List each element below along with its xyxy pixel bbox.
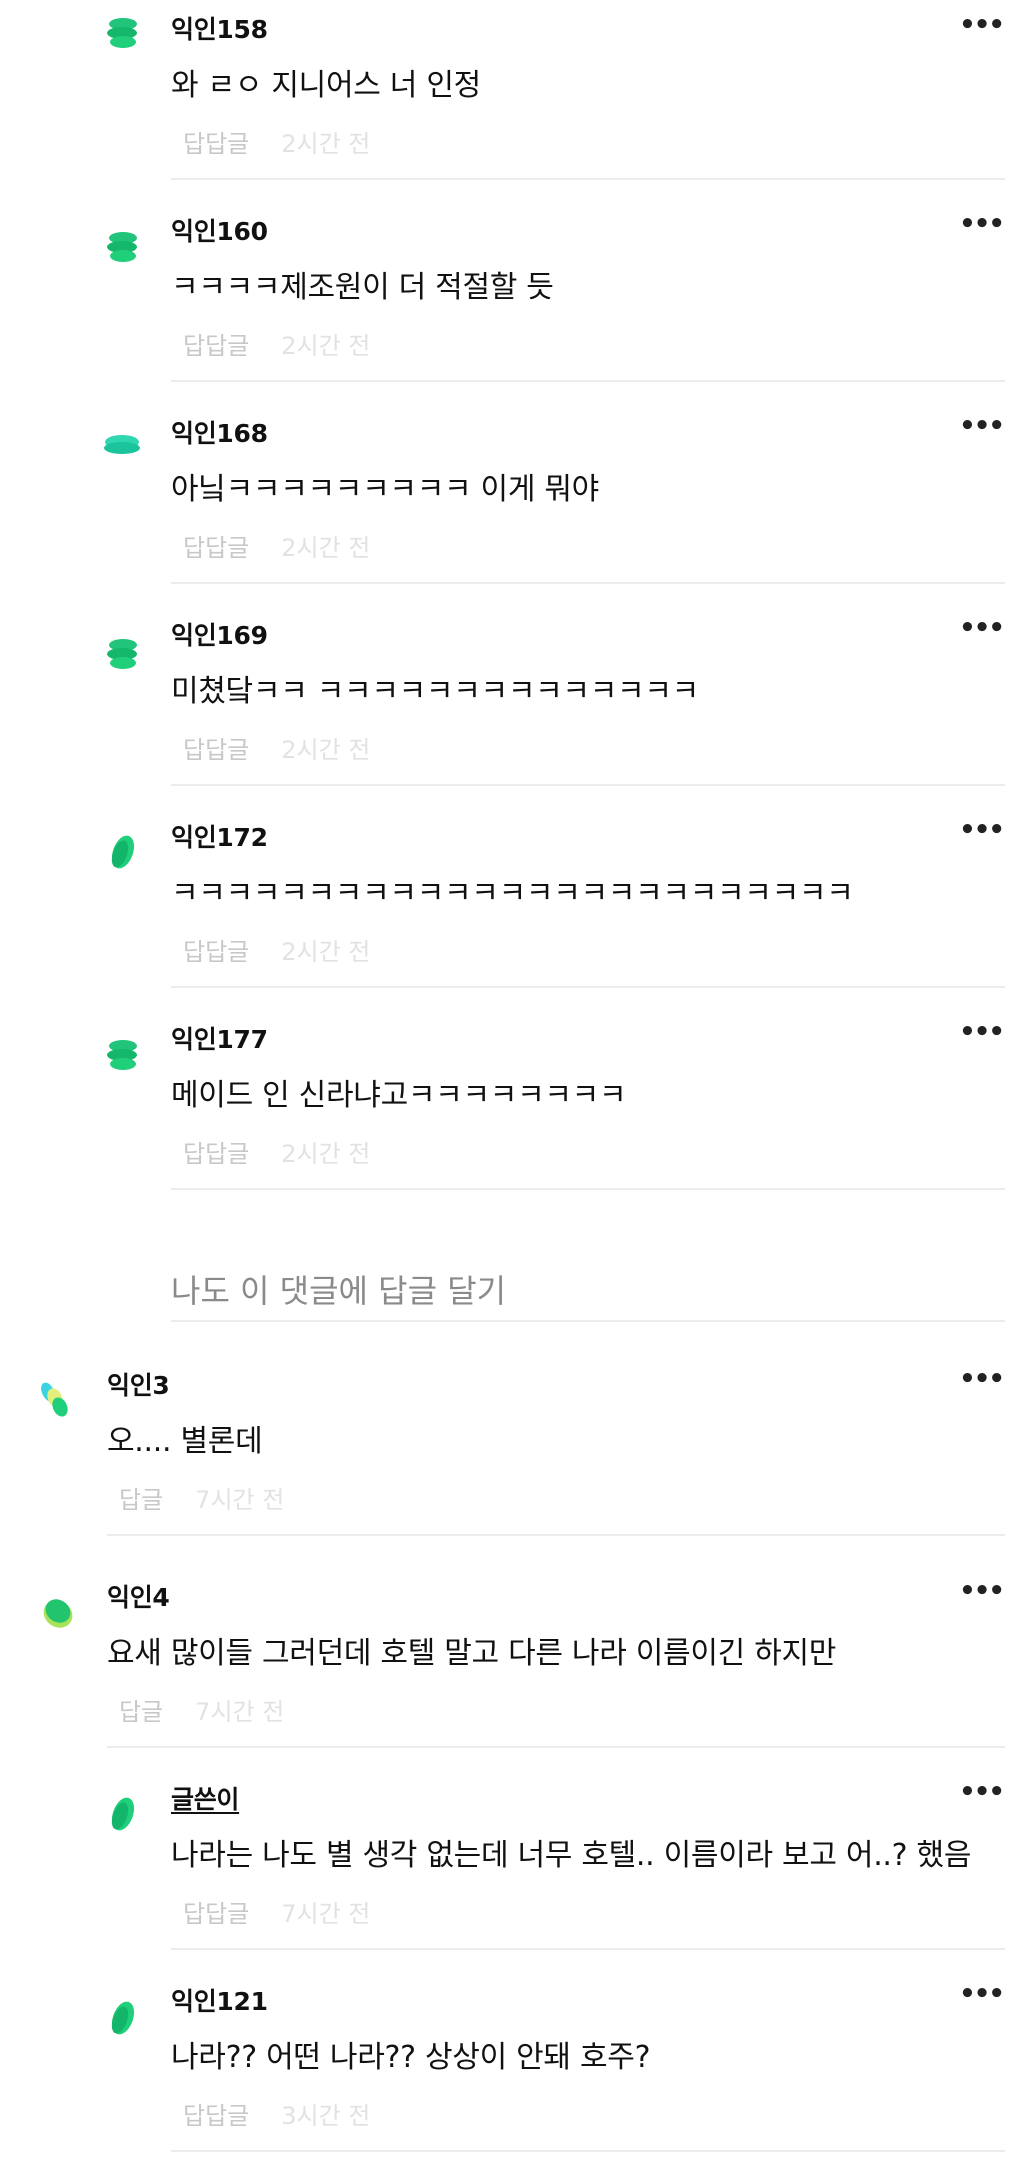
anonymous-avatar-icon — [111, 1797, 135, 1831]
reply-item: 익인169 미쳤닼ㅋㅋ ㅋㅋㅋㅋㅋㅋㅋㅋㅋㅋㅋㅋㅋㅋ 답답글 2시간 전 ••• — [107, 584, 1005, 786]
nickname[interactable]: 익인177 — [171, 1020, 268, 1056]
anonymous-avatar-icon — [107, 1040, 137, 1070]
reply-button[interactable]: 답답글 — [183, 1140, 249, 1168]
reply-item: 글쓴이 나라는 나도 별 생각 없는데 너무 호텔.. 이름이라 보고 어..?… — [111, 1748, 1005, 1950]
timestamp: 2시간 전 — [281, 332, 371, 360]
timestamp: 2시간 전 — [281, 736, 371, 764]
reply-item: 익인168 아닠ㅋㅋㅋㅋㅋㅋㅋㅋㅋ 이게 뭐야 답답글 2시간 전 ••• — [104, 382, 1005, 584]
more-options-icon[interactable]: ••• — [959, 1019, 1005, 1045]
reply-item: 익인172 ㅋㅋㅋㅋㅋㅋㅋㅋㅋㅋㅋㅋㅋㅋㅋㅋㅋㅋㅋㅋㅋㅋㅋㅋㅋ 답답글 2시간 전… — [111, 786, 1005, 988]
reply-button[interactable]: 답답글 — [183, 2102, 249, 2130]
anonymous-avatar-icon — [111, 2001, 135, 2035]
nickname[interactable]: 익인160 — [171, 212, 268, 248]
more-options-icon[interactable]: ••• — [959, 12, 1005, 38]
anonymous-avatar-icon — [43, 1599, 73, 1628]
comment-text: 아닠ㅋㅋㅋㅋㅋㅋㅋㅋㅋ 이게 뭐야 — [171, 472, 599, 507]
anonymous-avatar-icon — [107, 232, 137, 262]
timestamp: 2시간 전 — [281, 534, 371, 562]
timestamp: 7시간 전 — [195, 1698, 285, 1726]
timestamp: 2시간 전 — [281, 938, 371, 966]
reply-item: 익인121 나라?? 어떤 나라?? 상상이 안돼 호주? 답답글 3시간 전 •… — [111, 1950, 1005, 2152]
nickname[interactable]: 익인4 — [107, 1578, 170, 1614]
nickname[interactable]: 익인3 — [107, 1366, 170, 1402]
nickname[interactable]: 익인169 — [171, 616, 268, 652]
reply-item: 익인158 와 ㄹㅇ 지니어스 너 인정 답답글 2시간 전 ••• — [107, 0, 1005, 180]
timestamp: 2시간 전 — [281, 130, 371, 158]
reply-prompt-text[interactable]: 나도 이 댓글에 답글 달기 — [171, 1266, 506, 1312]
comment-text: 나라?? 어떤 나라?? 상상이 안돼 호주? — [171, 2040, 651, 2075]
anonymous-avatar-icon — [104, 435, 140, 454]
comment-item: 익인4 요새 많이들 그러던데 호텔 말고 다른 나라 이름이긴 하지만 답글 7… — [43, 1536, 1005, 1748]
timestamp: 7시간 전 — [195, 1486, 285, 1514]
more-options-icon[interactable]: ••• — [959, 413, 1005, 439]
reply-item: 익인160 ㅋㅋㅋㅋ제조원이 더 적절할 듯 답답글 2시간 전 ••• — [107, 180, 1005, 382]
more-options-icon[interactable]: ••• — [959, 817, 1005, 843]
more-options-icon[interactable]: ••• — [959, 615, 1005, 641]
comment-text: ㅋㅋㅋㅋ제조원이 더 적절할 듯 — [171, 270, 554, 305]
timestamp: 3시간 전 — [281, 2102, 371, 2130]
comment-text: 나라는 나도 별 생각 없는데 너무 호텔.. 이름이라 보고 어..? 했음 — [171, 1838, 972, 1873]
divider — [171, 2150, 1005, 2152]
reply-button[interactable]: 답답글 — [183, 534, 249, 562]
nickname[interactable]: 익인172 — [171, 818, 268, 854]
more-options-icon[interactable]: ••• — [959, 1578, 1005, 1604]
timestamp: 7시간 전 — [281, 1900, 371, 1928]
reply-button[interactable]: 답답글 — [183, 736, 249, 764]
nickname[interactable]: 익인121 — [171, 1982, 268, 2018]
comment-item: 익인3 오.... 별론데 답글 7시간 전 ••• — [41, 1324, 1005, 1536]
reply-prompt[interactable]: 나도 이 댓글에 답글 달기 — [171, 1190, 1005, 1324]
comment-text: 미쳤닼ㅋㅋ ㅋㅋㅋㅋㅋㅋㅋㅋㅋㅋㅋㅋㅋㅋ — [171, 674, 699, 709]
comment-text: 메이드 인 신라냐고ㅋㅋㅋㅋㅋㅋㅋㅋ — [171, 1078, 627, 1113]
nickname[interactable]: 익인168 — [171, 414, 268, 450]
comment-text: 와 ㄹㅇ 지니어스 너 인정 — [171, 68, 481, 103]
more-options-icon[interactable]: ••• — [959, 1366, 1005, 1392]
anonymous-avatar-icon — [107, 18, 137, 48]
nickname[interactable]: 익인158 — [171, 10, 268, 46]
more-options-icon[interactable]: ••• — [959, 1981, 1005, 2007]
more-options-icon[interactable]: ••• — [959, 211, 1005, 237]
reply-button[interactable]: 답답글 — [183, 332, 249, 360]
timestamp: 2시간 전 — [281, 1140, 371, 1168]
anonymous-avatar-icon — [41, 1382, 68, 1417]
reply-button[interactable]: 답답글 — [183, 130, 249, 158]
author-nickname[interactable]: 글쓴이 — [171, 1780, 239, 1816]
anonymous-avatar-icon — [111, 835, 135, 869]
reply-button[interactable]: 답글 — [119, 1698, 163, 1726]
reply-button[interactable]: 답답글 — [183, 1900, 249, 1928]
reply-item: 익인177 메이드 인 신라냐고ㅋㅋㅋㅋㅋㅋㅋㅋ 답답글 2시간 전 ••• — [107, 988, 1005, 1190]
comment-text: 오.... 별론데 — [107, 1424, 263, 1459]
comment-text: 요새 많이들 그러던데 호텔 말고 다른 나라 이름이긴 하지만 — [107, 1636, 837, 1671]
reply-button[interactable]: 답답글 — [183, 938, 249, 966]
divider — [171, 1320, 1005, 1322]
more-options-icon[interactable]: ••• — [959, 1779, 1005, 1805]
comment-text: ㅋㅋㅋㅋㅋㅋㅋㅋㅋㅋㅋㅋㅋㅋㅋㅋㅋㅋㅋㅋㅋㅋㅋㅋㅋ — [171, 876, 854, 911]
reply-button[interactable]: 답글 — [119, 1486, 163, 1514]
anonymous-avatar-icon — [107, 639, 137, 669]
